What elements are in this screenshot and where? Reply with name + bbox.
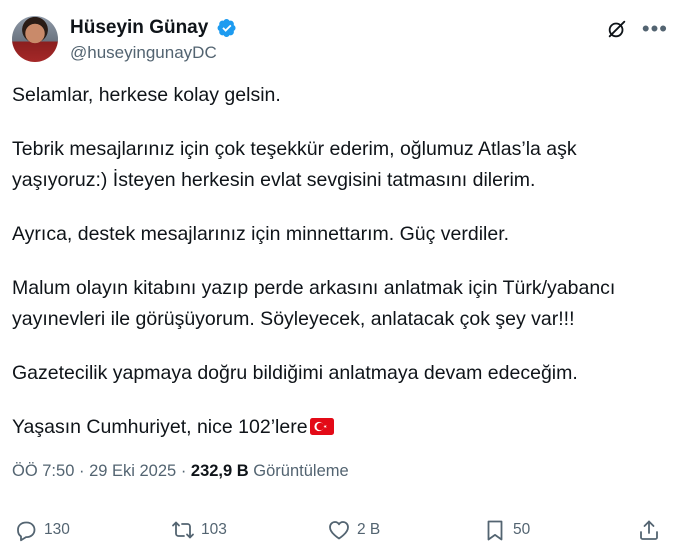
tweet-last-paragraph: Yaşasın Cumhuriyet, nice 102’lere	[12, 412, 668, 443]
author-display-name[interactable]: Hüseyin Günay	[70, 17, 208, 39]
author-handle[interactable]: @huseyingunayDC	[70, 43, 237, 63]
tweet-paragraph: Selamlar, herkese kolay gelsin.	[12, 84, 281, 106]
author-block: Hüseyin Günay @huseyingunayDC	[70, 17, 237, 63]
heart-icon	[329, 521, 349, 540]
reply-count: 130	[44, 521, 70, 538]
meta-separator: ·	[180, 462, 187, 480]
views-label: Görüntüleme	[253, 462, 349, 480]
repost-button[interactable]: 103	[171, 518, 227, 542]
tweet-paragraph: Malum olayın kitabını yazıp perde arkası…	[12, 277, 616, 330]
tweet-date[interactable]: 29 Eki 2025	[89, 462, 176, 480]
bookmark-icon	[487, 520, 503, 541]
tweet-meta: ÖÖ 7:50 · 29 Eki 2025 · 232,9 B Görüntül…	[12, 462, 349, 481]
views-count[interactable]: 232,9 B	[191, 462, 249, 480]
tweet-paragraph: Yaşasın Cumhuriyet, nice 102’lere	[12, 416, 308, 438]
repost-count: 103	[201, 521, 227, 538]
tweet-time[interactable]: ÖÖ 7:50	[12, 462, 74, 480]
reply-button[interactable]: 130	[14, 518, 70, 542]
repost-icon	[172, 521, 194, 539]
reply-icon	[17, 521, 36, 542]
bookmark-button[interactable]: 50	[483, 518, 530, 542]
like-button[interactable]: 2 B	[327, 518, 380, 542]
tweet-text: Selamlar, herkese kolay gelsin. Tebrik m…	[12, 80, 668, 443]
tweet-header: Hüseyin Günay @huseyingunayDC •••	[12, 14, 672, 70]
like-count: 2 B	[357, 521, 381, 538]
header-actions: •••	[606, 18, 668, 40]
avatar[interactable]	[12, 16, 58, 62]
action-bar: 130 103 2 B 50	[14, 518, 664, 546]
tweet-paragraph: Gazetecilik yapmaya doğru bildiğimi anla…	[12, 362, 578, 384]
turkey-flag-icon	[309, 418, 334, 435]
tweet-paragraph: Tebrik mesajlarınız için çok teşekkür ed…	[12, 138, 577, 191]
share-button[interactable]	[637, 518, 661, 542]
share-icon	[640, 520, 658, 540]
tweet-paragraph: Ayrıca, destek mesajlarınız için minnett…	[12, 223, 510, 245]
more-icon[interactable]: •••	[642, 18, 668, 40]
meta-separator: ·	[78, 462, 85, 480]
verified-badge-icon	[217, 19, 236, 37]
bookmark-count: 50	[513, 521, 531, 538]
grok-icon[interactable]	[606, 18, 628, 40]
